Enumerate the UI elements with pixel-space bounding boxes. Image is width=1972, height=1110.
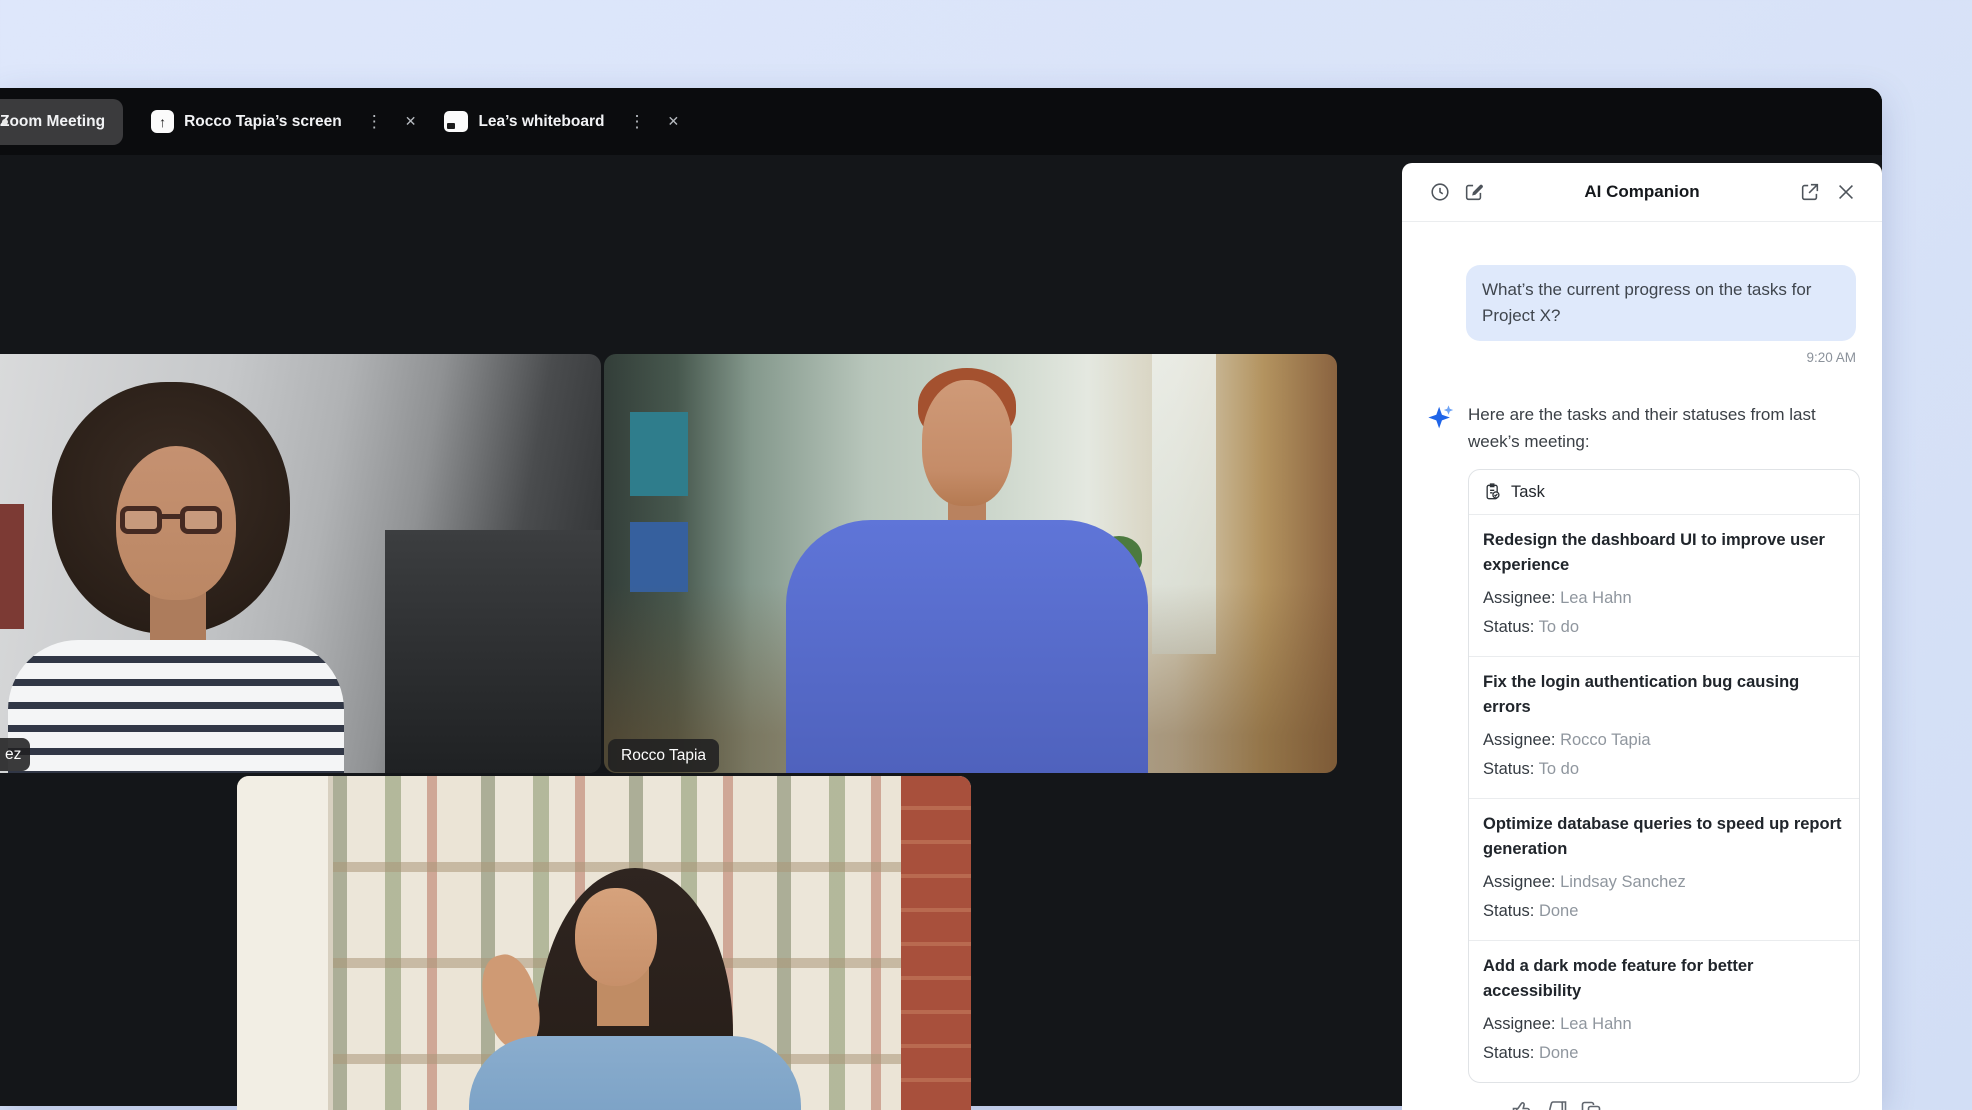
ai-panel-header: AI Companion — [1402, 163, 1882, 222]
task-card-header: Task — [1469, 470, 1859, 515]
close-panel-icon[interactable] — [1834, 181, 1857, 204]
ai-message-text: Here are the tasks and their statuses fr… — [1468, 401, 1860, 455]
task-assignee: Assignee: Lindsay Sanchez — [1483, 868, 1845, 897]
tab-rocco-screen-label: Rocco Tapia’s screen — [184, 113, 342, 131]
task-status: Status: Done — [1483, 1039, 1845, 1068]
participant-name-tag-truncated: ez — [0, 738, 30, 771]
task-status: Status: Done — [1483, 897, 1845, 926]
tab-rocco-screen[interactable]: ↑ Rocco Tapia’s screen ⋮ ✕ — [151, 99, 416, 145]
tab-rocco-kebab-icon[interactable]: ⋮ — [366, 112, 383, 132]
tab-whiteboard-kebab-icon[interactable]: ⋮ — [629, 112, 646, 132]
task-row: Redesign the dashboard UI to improve use… — [1469, 515, 1859, 656]
video-tile-rocco: Rocco Tapia — [604, 354, 1337, 773]
participant-name-tag-rocco: Rocco Tapia — [608, 739, 719, 772]
task-assignee: Assignee: Rocco Tapia — [1483, 726, 1845, 755]
thumbs-down-icon[interactable] — [1545, 1098, 1571, 1110]
tab-whiteboard-close-icon[interactable]: ✕ — [668, 113, 680, 130]
task-card: Task Redesign the dashboard UI to improv… — [1468, 469, 1860, 1083]
thumbs-up-icon[interactable] — [1510, 1098, 1536, 1110]
history-icon[interactable] — [1428, 181, 1451, 204]
task-title: Redesign the dashboard UI to improve use… — [1483, 528, 1845, 578]
share-screen-icon: ↑ — [151, 110, 174, 133]
tab-lea-whiteboard-label: Lea’s whiteboard — [478, 113, 604, 131]
open-in-new-window-icon[interactable] — [1798, 181, 1821, 204]
task-row: Optimize database queries to speed up re… — [1469, 798, 1859, 940]
task-row: Fix the login authentication bug causing… — [1469, 656, 1859, 798]
feedback-toolbar — [1510, 1098, 1860, 1110]
chat-area: What’s the current progress on the tasks… — [1402, 265, 1882, 1110]
task-list-icon — [1483, 482, 1503, 502]
ai-companion-panel: AI Companion What’s the current progres — [1402, 163, 1882, 1110]
tab-bar: Zoom Meeting ↑ Rocco Tapia’s screen ⋮ ✕ … — [0, 88, 1882, 155]
task-title: Add a dark mode feature for better acces… — [1483, 954, 1845, 1004]
video-tile-lindsay: ez — [0, 354, 601, 773]
task-status: Status: To do — [1483, 613, 1845, 642]
tab-zoom-meeting-label: Zoom Meeting — [0, 113, 105, 131]
task-assignee: Assignee: Lea Hahn — [1483, 584, 1845, 613]
task-row: Add a dark mode feature for better acces… — [1469, 940, 1859, 1082]
task-assignee: Assignee: Lea Hahn — [1483, 1010, 1845, 1039]
video-tile-lea: Lea Hahn — [237, 776, 971, 1110]
message-timestamp: 9:20 AM — [1426, 350, 1856, 365]
user-message-bubble: What’s the current progress on the tasks… — [1466, 265, 1856, 341]
ai-companion-sparkle-icon — [1426, 403, 1456, 433]
task-status: Status: To do — [1483, 755, 1845, 784]
page-background: Zoom Meeting ↑ Rocco Tapia’s screen ⋮ ✕ … — [0, 0, 1972, 1110]
tab-rocco-close-icon[interactable]: ✕ — [405, 113, 417, 130]
tab-zoom-meeting[interactable]: Zoom Meeting — [0, 99, 123, 145]
new-chat-icon[interactable] — [1462, 181, 1485, 204]
task-title: Fix the login authentication bug causing… — [1483, 670, 1845, 720]
tab-lea-whiteboard[interactable]: Lea’s whiteboard ⋮ ✕ — [444, 99, 679, 145]
whiteboard-icon — [444, 111, 468, 132]
task-title: Optimize database queries to speed up re… — [1483, 812, 1845, 862]
camera-dot-icon — [2, 119, 8, 125]
copy-icon[interactable] — [1580, 1098, 1606, 1110]
